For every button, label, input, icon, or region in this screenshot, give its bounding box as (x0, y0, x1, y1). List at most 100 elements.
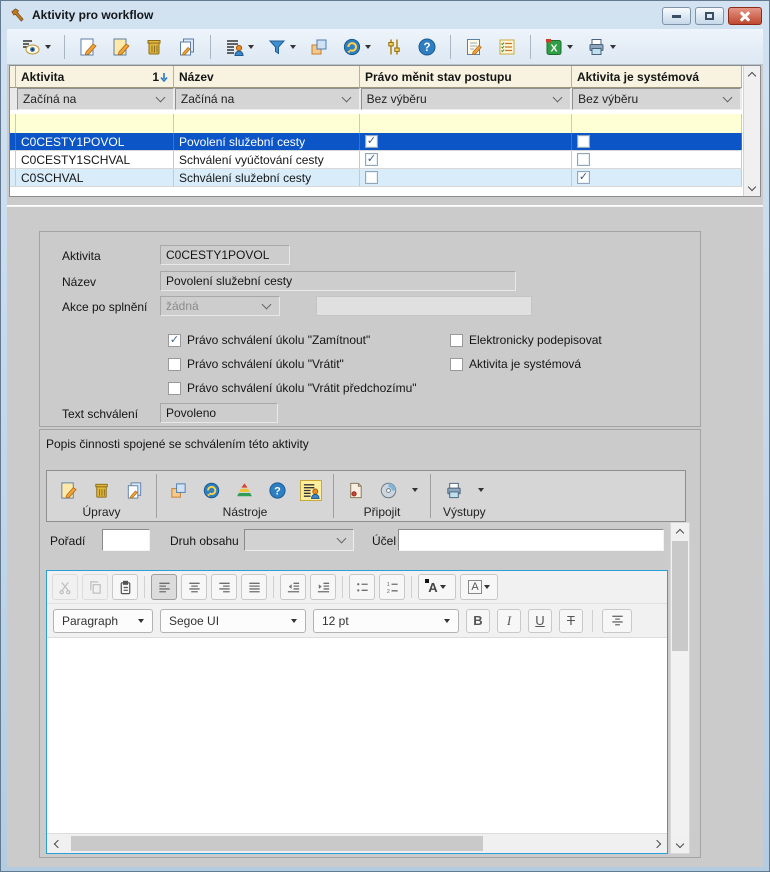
scroll-down-button[interactable] (744, 180, 760, 196)
checkbox-je-systemova[interactable] (577, 153, 590, 166)
checkbox-pravo-vratit[interactable]: Právo schválení úkolu "Vrátit" (168, 357, 344, 371)
paragraph-style-dropdown[interactable]: Paragraph (53, 609, 153, 633)
paste-button[interactable] (112, 574, 138, 600)
column-header-aktivita[interactable]: Aktivita 1 (16, 66, 174, 88)
record-list-button[interactable] (221, 33, 257, 61)
align-justify-button[interactable] (241, 574, 267, 600)
scroll-down-button[interactable] (671, 837, 689, 853)
font-size-dropdown[interactable]: 12 pt (313, 609, 459, 633)
checkbox-pravo-zamitnout[interactable]: Právo schválení úkolu "Zamítnout" (168, 333, 370, 347)
italic-button[interactable]: I (497, 609, 521, 633)
notes-button[interactable] (461, 33, 487, 61)
help-button[interactable]: ? (414, 33, 440, 61)
indent-button[interactable] (310, 574, 336, 600)
aktivita-field[interactable]: C0CESTY1POVOL (160, 245, 290, 265)
font-color-button[interactable]: A (418, 574, 456, 600)
chevron-down-icon (676, 839, 684, 847)
outdent-button[interactable] (280, 574, 306, 600)
grid-row-c0cesty1povol[interactable]: C0CESTY1POVOL Povolení služební cesty (10, 133, 742, 151)
font-family-dropdown[interactable]: Segoe UI (160, 609, 306, 633)
align-left-button[interactable] (151, 574, 177, 600)
line-spacing-button[interactable] (602, 609, 632, 633)
column-header-pravo-menit[interactable]: Právo měnit stav postupu (360, 66, 572, 88)
editor-text-area[interactable] (47, 638, 667, 833)
refresh-button[interactable] (339, 33, 374, 61)
excel-export-button[interactable]: X (541, 33, 576, 61)
scrollbar-thumb[interactable] (672, 541, 688, 651)
copy-record-button[interactable] (174, 33, 200, 61)
section-splitter[interactable] (7, 205, 763, 207)
minimize-button[interactable] (662, 7, 691, 25)
chevron-down-icon (553, 93, 563, 103)
scroll-left-button[interactable] (47, 834, 65, 853)
scrollbar-thumb[interactable] (71, 836, 483, 851)
edit-document-button[interactable] (59, 481, 78, 500)
underline-button[interactable]: U (528, 609, 552, 633)
duplicate-button[interactable] (169, 481, 188, 500)
dropdown-arrow-icon[interactable] (412, 488, 418, 492)
close-button[interactable] (728, 7, 762, 25)
filter-dropdown-nazev[interactable]: Začíná na (175, 88, 360, 110)
help-button[interactable]: ? (268, 481, 287, 500)
grid-row-c0schval[interactable]: C0SCHVAL Schválení služební cesty (10, 169, 742, 187)
disc-button[interactable] (379, 481, 398, 500)
nazev-field[interactable]: Povolení služební cesty (160, 271, 516, 291)
grid-new-row[interactable] (10, 114, 742, 133)
akce-po-splneni-dropdown[interactable]: žádná (160, 296, 280, 316)
edit-record-button[interactable] (108, 33, 134, 61)
copy-document-button[interactable] (125, 481, 144, 500)
record-list-button-active[interactable] (301, 481, 321, 500)
checkbox-pravo-menit[interactable] (365, 171, 378, 184)
scroll-up-button[interactable] (671, 523, 689, 539)
grid-vertical-scrollbar[interactable] (743, 66, 760, 196)
duplicate-button[interactable] (306, 33, 332, 61)
filter-dropdown-systemova[interactable]: Bez výběru (572, 88, 741, 110)
editor-horizontal-scrollbar[interactable] (47, 833, 667, 853)
filter-dropdown-aktivita[interactable]: Začíná na (17, 88, 174, 110)
checkbox-je-systemova[interactable] (577, 135, 590, 148)
view-options-button[interactable] (17, 33, 54, 61)
attach-file-button[interactable] (346, 481, 365, 500)
checkbox-pravo-menit[interactable] (365, 135, 378, 148)
text-schvaleni-field[interactable]: Povoleno (160, 403, 278, 423)
align-right-button[interactable] (211, 574, 237, 600)
poradi-input[interactable] (102, 529, 150, 551)
checkbox-aktivita-je-systemova[interactable]: Aktivita je systémová (450, 357, 581, 371)
scroll-up-button[interactable] (744, 66, 760, 82)
numbered-list-button[interactable]: 12 (379, 574, 405, 600)
checkbox-je-systemova[interactable] (577, 171, 590, 184)
refresh-button[interactable] (202, 481, 221, 500)
dropdown-arrow-icon[interactable] (478, 488, 484, 492)
print-button[interactable] (583, 33, 619, 61)
checkbox-elektronicky-podepisovat[interactable]: Elektronicky podepisovat (450, 333, 602, 347)
checkbox-pravo-vratit-predchozimu[interactable]: Právo schválení úkolu "Vrátit předchozím… (168, 381, 417, 395)
checkbox-pravo-menit[interactable] (365, 153, 378, 166)
window-icon[interactable] (10, 7, 25, 22)
akce-po-splneni-extra-field[interactable] (316, 296, 532, 316)
align-center-button[interactable] (181, 574, 207, 600)
druh-obsahu-dropdown[interactable] (244, 529, 354, 551)
delete-button[interactable] (92, 481, 111, 500)
column-header-systemova[interactable]: Aktivita je systémová (572, 66, 742, 88)
settings-button[interactable] (381, 33, 407, 61)
strikethrough-button[interactable]: T (559, 609, 583, 633)
bullet-list-button[interactable] (349, 574, 375, 600)
ucel-input[interactable] (398, 529, 664, 551)
bold-button[interactable]: B (466, 609, 490, 633)
highlight-color-button[interactable]: A (460, 574, 498, 600)
popis-vertical-scrollbar[interactable] (670, 522, 690, 854)
window-client-area: ? X Aktivita (7, 29, 763, 867)
filter-button[interactable] (264, 33, 299, 61)
grid-row-c0cesty1schval[interactable]: C0CESTY1SCHVAL Schválení vyúčtování cest… (10, 151, 742, 169)
scroll-right-button[interactable] (649, 834, 667, 853)
filter-dropdown-pravo-menit[interactable]: Bez výběru (361, 88, 572, 110)
cut-button[interactable] (52, 574, 78, 600)
new-record-button[interactable] (75, 33, 101, 61)
layers-button[interactable] (235, 481, 254, 500)
maximize-button[interactable] (695, 7, 724, 25)
print-button[interactable] (444, 481, 464, 500)
delete-record-button[interactable] (141, 33, 167, 61)
column-header-nazev[interactable]: Název (174, 66, 360, 88)
checklist-button[interactable] (494, 33, 520, 61)
copy-button[interactable] (82, 574, 108, 600)
